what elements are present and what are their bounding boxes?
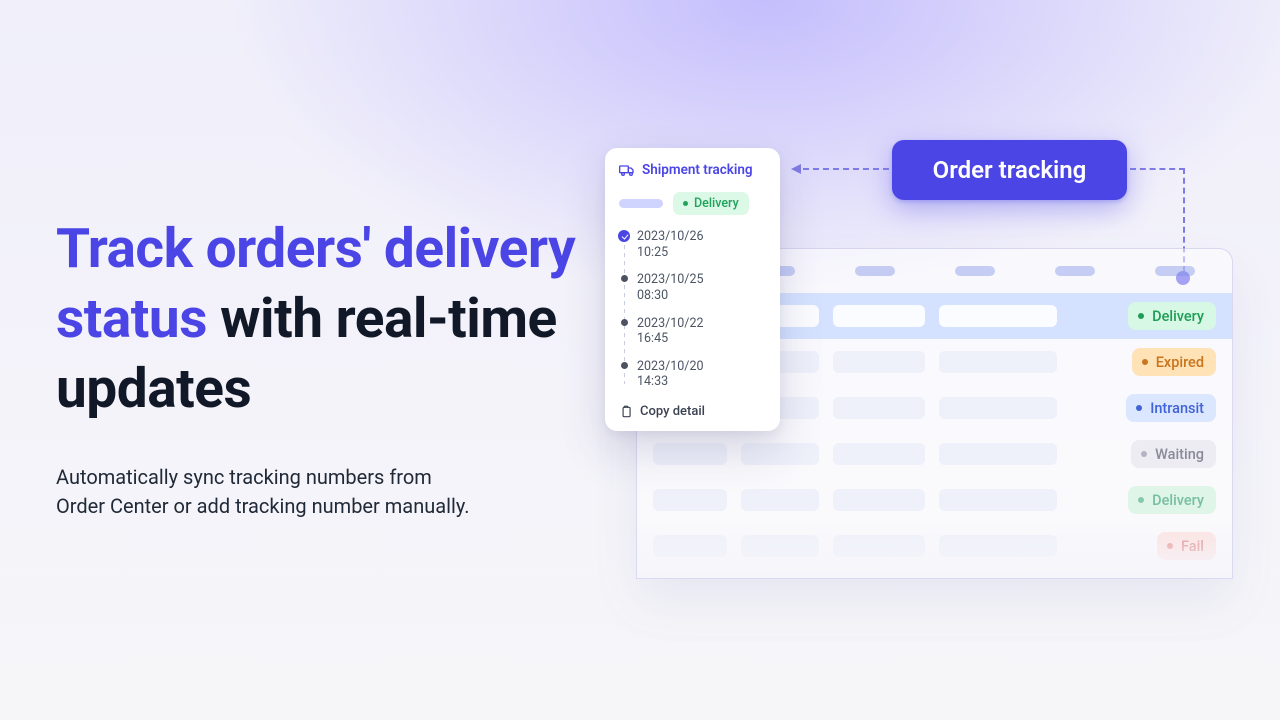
- status-dot-icon: [1138, 313, 1144, 319]
- table-row[interactable]: Fail: [637, 523, 1232, 569]
- status-badge: Expired: [1132, 348, 1216, 376]
- cell-placeholder: [833, 535, 925, 557]
- tracking-event: 2023/10/26 10:25: [637, 229, 766, 260]
- cell-placeholder: [939, 351, 1057, 373]
- cell-placeholder: [833, 351, 925, 373]
- card-id-placeholder: [619, 199, 663, 208]
- cell-placeholder: [833, 397, 925, 419]
- event-date: 2023/10/25: [637, 272, 766, 288]
- cell-placeholder: [741, 443, 819, 465]
- table-col-placeholder: [1155, 266, 1195, 276]
- copy-detail-button[interactable]: Copy detail: [619, 404, 766, 419]
- tracking-timeline: 2023/10/26 10:25 2023/10/25 08:30 2023/1…: [619, 229, 766, 390]
- cell-placeholder: [939, 535, 1057, 557]
- event-time: 10:25: [637, 245, 766, 261]
- status-dot-icon: [1141, 451, 1147, 457]
- cell-placeholder: [653, 443, 727, 465]
- cell-placeholder: [653, 535, 727, 557]
- order-tracking-button[interactable]: Order tracking: [892, 140, 1127, 200]
- status-badge: Delivery: [1128, 302, 1216, 330]
- table-row[interactable]: Waiting: [637, 431, 1232, 477]
- status-badge: Waiting: [1131, 440, 1216, 468]
- hero-headline: Track orders' delivery status with real-…: [56, 215, 576, 425]
- status-label: Delivery: [1152, 308, 1204, 325]
- cell-placeholder: [939, 489, 1057, 511]
- status-badge: Intransit: [1126, 394, 1216, 422]
- cell-placeholder: [833, 443, 925, 465]
- table-col-placeholder: [955, 266, 995, 276]
- cell-placeholder: [833, 489, 925, 511]
- copy-detail-label: Copy detail: [640, 404, 705, 419]
- status-label: Expired: [1156, 354, 1204, 371]
- shipment-tracking-card: Shipment tracking Delivery 2023/10/26 10…: [605, 148, 780, 431]
- event-time: 16:45: [637, 331, 766, 347]
- cell-placeholder: [939, 305, 1057, 327]
- event-time: 08:30: [637, 288, 766, 304]
- status-label: Intransit: [1150, 400, 1204, 417]
- truck-icon: [619, 162, 635, 178]
- tracking-event: 2023/10/20 14:33: [637, 359, 766, 390]
- cell-placeholder: [741, 535, 819, 557]
- tracking-event: 2023/10/25 08:30: [637, 272, 766, 303]
- status-badge: Delivery: [1128, 486, 1216, 514]
- table-col-placeholder: [855, 266, 895, 276]
- table-col-placeholder: [1055, 266, 1095, 276]
- status-label: Delivery: [1152, 492, 1204, 509]
- status-label: Delivery: [694, 196, 739, 211]
- card-summary-row: Delivery: [619, 192, 766, 215]
- hero-subtext-line2: Order Center or add tracking number manu…: [56, 494, 470, 518]
- hero-subtext: Automatically sync tracking numbers from…: [56, 463, 576, 521]
- event-time: 14:33: [637, 374, 766, 390]
- hero-text-block: Track orders' delivery status with real-…: [56, 215, 576, 521]
- cell-placeholder: [939, 397, 1057, 419]
- card-header: Shipment tracking: [619, 162, 766, 178]
- status-dot-icon: [1138, 497, 1144, 503]
- connector-left: [793, 168, 889, 170]
- status-label: Waiting: [1155, 446, 1204, 463]
- table-row[interactable]: Delivery: [637, 477, 1232, 523]
- status-badge: Fail: [1157, 532, 1216, 560]
- status-badge: Delivery: [673, 192, 749, 215]
- event-date: 2023/10/20: [637, 359, 766, 375]
- card-title: Shipment tracking: [642, 162, 753, 178]
- hero-subtext-line1: Automatically sync tracking numbers from: [56, 465, 432, 489]
- cell-placeholder: [741, 489, 819, 511]
- status-dot-icon: [1136, 405, 1142, 411]
- cell-placeholder: [939, 443, 1057, 465]
- tracking-event: 2023/10/22 16:45: [637, 316, 766, 347]
- cell-placeholder: [833, 305, 925, 327]
- status-label: Fail: [1181, 538, 1204, 555]
- order-tracking-label: Order tracking: [933, 156, 1087, 184]
- status-dot-icon: [1142, 359, 1148, 365]
- event-date: 2023/10/26: [637, 229, 766, 245]
- event-date: 2023/10/22: [637, 316, 766, 332]
- cell-placeholder: [653, 489, 727, 511]
- clipboard-icon: [619, 405, 633, 419]
- status-dot-icon: [1167, 543, 1173, 549]
- status-dot-icon: [683, 201, 688, 206]
- connector-right-horizontal: [1130, 168, 1185, 170]
